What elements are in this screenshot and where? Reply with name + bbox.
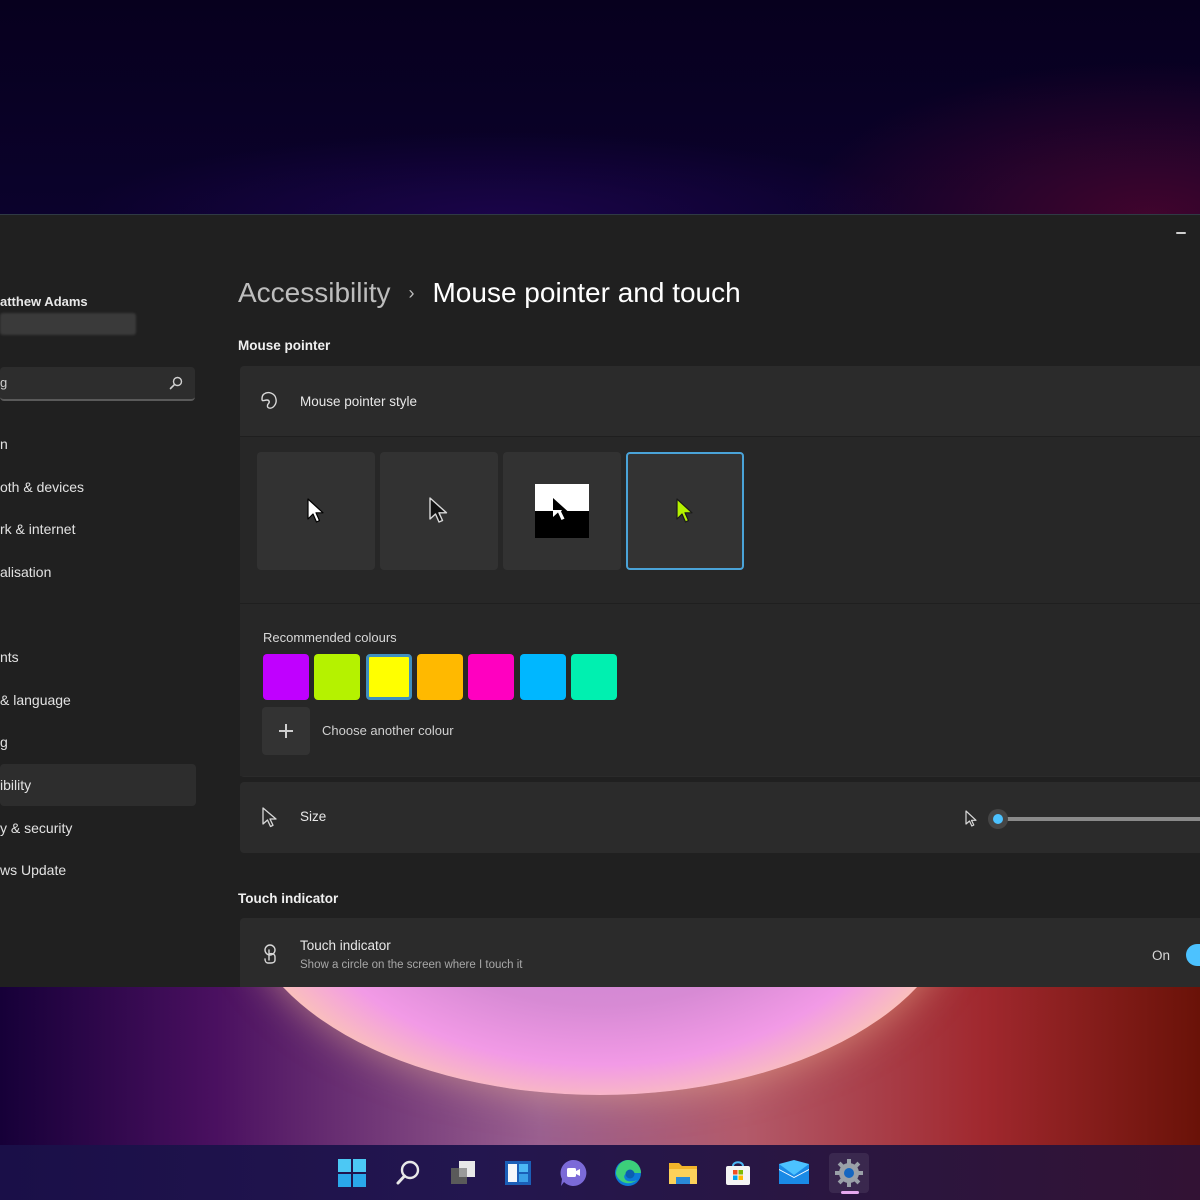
colour-swatch[interactable] (314, 654, 361, 700)
sidebar-item-label: & language (0, 691, 71, 708)
taskbar-widgets-button[interactable] (498, 1153, 538, 1193)
sidebar-item-label: n (0, 436, 8, 453)
widgets-icon (505, 1161, 531, 1185)
colour-swatch[interactable] (263, 654, 309, 700)
touch-indicator-label: Touch indicator (300, 938, 391, 953)
sidebar-item-label: ws Update (0, 862, 67, 879)
edge-icon (615, 1160, 641, 1186)
choose-another-colour-button[interactable] (262, 707, 310, 755)
recommended-colours-label: Recommended colours (263, 630, 397, 645)
taskbar-search-button[interactable] (388, 1153, 428, 1193)
sidebar-item-label: ibility (0, 777, 32, 794)
sidebar-item-windows-update[interactable]: ws Update (0, 849, 196, 892)
sidebar-item-bluetooth-devices[interactable]: oth & devices (0, 466, 196, 509)
breadcrumb-chevron-icon: › (408, 282, 415, 303)
taskbar-mail-button[interactable] (774, 1153, 814, 1193)
sidebar-item-accessibility[interactable]: ibility (0, 763, 196, 807)
touch-indicator-icon (264, 944, 276, 964)
sidebar: atthew Adams g n oth & devices rk & inte… (0, 215, 220, 987)
pointer-size-label: Size (300, 809, 327, 824)
section-title-touch-indicator: Touch indicator (238, 891, 339, 906)
store-icon (726, 1161, 750, 1185)
touch-indicator-card: Touch indicator Show a circle on the scr… (240, 918, 1200, 987)
small-pointer-icon (965, 810, 977, 827)
choose-another-colour-label[interactable]: Choose another colour (322, 723, 454, 738)
user-email-redacted (0, 313, 136, 335)
gear-icon (835, 1159, 863, 1187)
pointer-size-card: Size (240, 782, 1200, 853)
sidebar-item-label: rk & internet (0, 521, 76, 538)
sidebar-item-label: g (0, 734, 8, 751)
pointer-style-custom[interactable] (626, 452, 744, 570)
taskbar-settings-button[interactable] (829, 1153, 869, 1193)
search-icon[interactable] (169, 376, 183, 390)
pointer-style-inverted[interactable] (503, 452, 621, 570)
sidebar-item-label: nts (0, 649, 19, 666)
settings-running-indicator (841, 1191, 859, 1194)
sidebar-item-apps[interactable] (0, 593, 196, 636)
desktop-wallpaper-bottom (0, 985, 1200, 1145)
breadcrumb: Accessibility › Mouse pointer and touch (238, 277, 741, 309)
taskbar-start-button[interactable] (332, 1153, 372, 1193)
sidebar-item-privacy-security[interactable]: y & security (0, 806, 196, 849)
mail-icon (779, 1160, 809, 1184)
mouse-pointer-style-icon (261, 391, 277, 409)
settings-window: atthew Adams g n oth & devices rk & inte… (0, 214, 1200, 987)
pointer-style-black[interactable] (380, 452, 498, 570)
colour-swatch[interactable] (468, 654, 515, 700)
folder-icon (669, 1163, 697, 1184)
black-pointer-icon (429, 497, 448, 523)
sidebar-item-system[interactable]: n (0, 423, 196, 466)
sidebar-item-label: y & security (0, 819, 73, 836)
taskbar-file-explorer-button[interactable] (663, 1153, 703, 1193)
sidebar-item-label: oth & devices (0, 478, 85, 495)
sidebar-item-accounts[interactable]: nts (0, 636, 196, 679)
pointer-style-white[interactable] (257, 452, 375, 570)
sidebar-item-time-language[interactable]: & language (0, 679, 196, 722)
white-pointer-icon (307, 498, 324, 523)
touch-indicator-toggle[interactable] (1186, 944, 1200, 966)
main-content: Accessibility › Mouse pointer and touch … (238, 215, 1200, 987)
taskbar-store-button[interactable] (718, 1153, 758, 1193)
pointer-size-slider-track[interactable] (998, 817, 1200, 821)
sidebar-item-gaming[interactable]: g (0, 721, 196, 764)
inverted-pointer-icon (535, 484, 589, 538)
touch-indicator-state: On (1152, 948, 1171, 963)
desktop-wallpaper-top (0, 0, 1200, 216)
taskbar-chat-button[interactable] (553, 1153, 593, 1193)
search-icon (396, 1160, 420, 1185)
colour-swatch[interactable] (519, 654, 566, 700)
page-title: Mouse pointer and touch (432, 277, 741, 308)
taskbar-task-view-button[interactable] (443, 1153, 483, 1193)
wallpaper-bloom (240, 985, 960, 1095)
custom-color-pointer-icon (676, 498, 693, 523)
task-view-icon (451, 1161, 475, 1184)
chat-icon (560, 1159, 587, 1186)
touch-indicator-description: Show a circle on the screen where I touc… (300, 959, 523, 971)
pointer-size-icon (262, 807, 277, 828)
colour-swatch[interactable] (570, 654, 617, 700)
sidebar-item-label: alisation (0, 564, 52, 581)
colour-swatch[interactable] (416, 654, 463, 700)
mouse-pointer-style-card: Mouse pointer style Recommended colours … (240, 366, 1200, 777)
windows-logo-icon (338, 1159, 366, 1187)
pointer-size-slider-thumb[interactable] (988, 809, 1008, 829)
user-name: atthew Adams (0, 294, 88, 309)
settings-search-input[interactable]: g (0, 367, 195, 401)
sidebar-nav: n oth & devices rk & internet alisation … (0, 423, 196, 892)
recommended-colours-panel: Recommended colours Choose another colou… (240, 604, 1200, 776)
breadcrumb-accessibility[interactable]: Accessibility (238, 277, 390, 309)
colour-swatch[interactable] (365, 654, 412, 700)
search-text: g (0, 375, 8, 390)
sidebar-item-personalisation[interactable]: alisation (0, 551, 196, 594)
pointer-style-options (240, 437, 1200, 604)
section-title-mouse-pointer: Mouse pointer (238, 338, 331, 353)
sidebar-item-network-internet[interactable]: rk & internet (0, 508, 196, 551)
mouse-pointer-style-header[interactable]: Mouse pointer style (240, 366, 1200, 437)
taskbar-edge-button[interactable] (608, 1153, 648, 1193)
taskbar (0, 1145, 1200, 1200)
mouse-pointer-style-label: Mouse pointer style (300, 393, 418, 409)
